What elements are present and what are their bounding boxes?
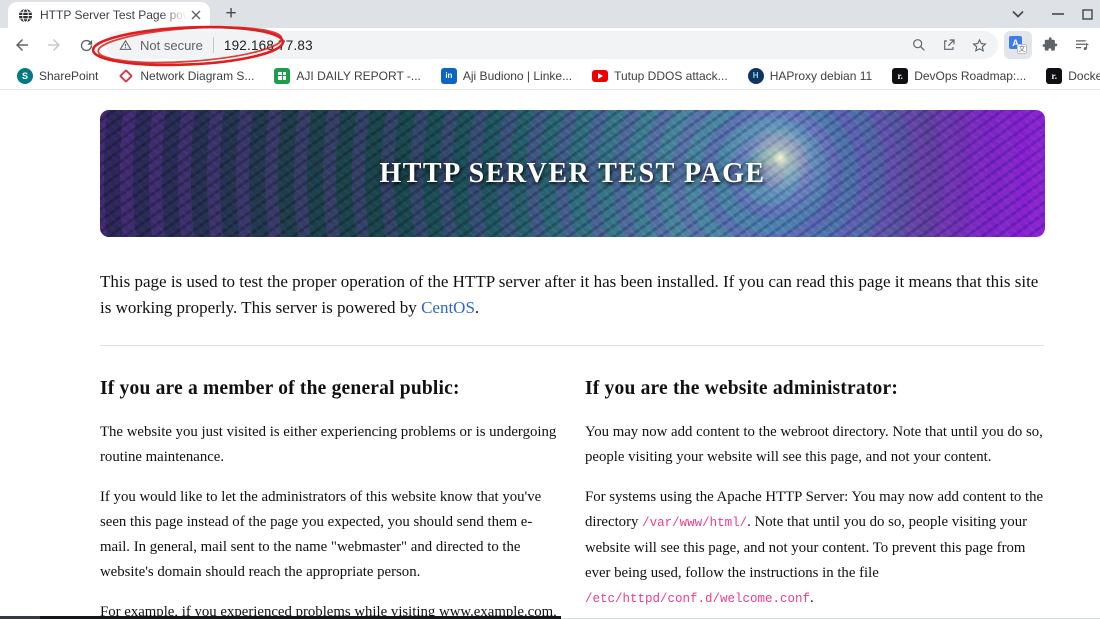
warning-triangle-icon bbox=[119, 39, 132, 50]
test-page-banner-image: HTTP SERVER TEST PAGE bbox=[100, 110, 1045, 237]
general-public-heading: If you are a member of the general publi… bbox=[100, 378, 460, 399]
general-public-section: If you are a member of the general publi… bbox=[100, 378, 562, 619]
roadmap-sh-icon: r. bbox=[1046, 67, 1063, 84]
website-administrator-heading: If you are the website administrator: bbox=[585, 378, 899, 399]
browser-window: HTTP Server Test Page powered + bbox=[0, 0, 1100, 619]
bookmark-network-diagram[interactable]: Network Diagram S... bbox=[111, 65, 261, 87]
globe-favicon-icon bbox=[18, 7, 33, 23]
bookmark-youtube[interactable]: Tutup DDOS attack... bbox=[585, 66, 735, 86]
haproxy-icon: H bbox=[747, 67, 764, 84]
intro-paragraph: This page is used to test the proper ope… bbox=[100, 272, 1039, 317]
inline-code: /etc/httpd/conf.d/welcome.conf bbox=[585, 592, 811, 606]
maximize-button[interactable] bbox=[1078, 0, 1100, 28]
horizontal-rule bbox=[100, 345, 1044, 346]
url-text[interactable]: 192.168.77.83 bbox=[224, 38, 313, 53]
extensions-puzzle-icon[interactable] bbox=[1036, 31, 1064, 59]
address-bar[interactable]: Not secure 192.168.77.83 bbox=[106, 31, 998, 59]
bookmark-docker-roadmap[interactable]: r. Docker Roadmap -... bbox=[1039, 65, 1100, 87]
tab-close-icon[interactable] bbox=[187, 7, 204, 24]
tab-search-chevron-icon[interactable] bbox=[998, 0, 1038, 28]
new-tab-button[interactable]: + bbox=[218, 1, 244, 27]
roadmap-sh-icon: r. bbox=[892, 67, 909, 84]
bookmark-haproxy[interactable]: H HAProxy debian 11 bbox=[741, 65, 880, 87]
drawio-diamond-icon bbox=[118, 68, 134, 84]
forward-button[interactable] bbox=[38, 29, 70, 61]
paragraph: You may now add content to the webroot d… bbox=[585, 424, 1043, 465]
bookmark-sharepoint[interactable]: S SharePoint bbox=[10, 65, 105, 87]
google-sheets-icon bbox=[274, 67, 291, 84]
browser-tab[interactable]: HTTP Server Test Page powered bbox=[8, 2, 210, 28]
security-chip[interactable]: Not secure bbox=[118, 38, 203, 53]
bookmark-linkedin[interactable]: in Aji Budiono | Linke... bbox=[434, 65, 579, 87]
media-controls-icon[interactable] bbox=[1068, 31, 1096, 59]
youtube-icon bbox=[592, 69, 609, 82]
website-administrator-section: If you are the website administrator: Yo… bbox=[585, 378, 1045, 619]
translate-icon[interactable]: A 文 bbox=[1004, 31, 1032, 59]
minimize-button[interactable] bbox=[1038, 0, 1078, 28]
tab-strip: HTTP Server Test Page powered + bbox=[0, 0, 1100, 28]
share-icon[interactable] bbox=[941, 37, 957, 53]
centos-link[interactable]: CentOS bbox=[421, 298, 475, 317]
bookmarks-bar: S SharePoint Network Diagram S... AJI DA… bbox=[0, 62, 1100, 90]
banner-title: HTTP SERVER TEST PAGE bbox=[379, 157, 766, 189]
reload-button[interactable] bbox=[70, 29, 102, 61]
bookmark-devops-roadmap[interactable]: r. DevOps Roadmap:... bbox=[885, 65, 1033, 87]
zoom-indicator-icon[interactable] bbox=[911, 37, 927, 53]
sharepoint-icon: S bbox=[17, 67, 33, 84]
omnibox-divider bbox=[212, 37, 214, 53]
tab-title: HTTP Server Test Page powered bbox=[40, 8, 187, 22]
bookmark-star-icon[interactable] bbox=[971, 37, 988, 54]
paragraph: If you would like to let the administrat… bbox=[100, 489, 542, 580]
browser-toolbar: Not secure 192.168.77.83 A 文 bbox=[0, 28, 1100, 62]
paragraph: The website you just visited is either e… bbox=[100, 424, 557, 465]
page-viewport: HTTP SERVER TEST PAGE This page is used … bbox=[0, 90, 1100, 619]
linkedin-icon: in bbox=[440, 67, 457, 84]
inline-code: /var/www/html/ bbox=[642, 516, 748, 530]
back-button[interactable] bbox=[6, 29, 38, 61]
security-label: Not secure bbox=[140, 37, 203, 53]
bookmark-aji-daily-report[interactable]: AJI DAILY REPORT -... bbox=[267, 65, 427, 87]
paragraph: For systems using the Apache HTTP Server… bbox=[585, 489, 1044, 606]
